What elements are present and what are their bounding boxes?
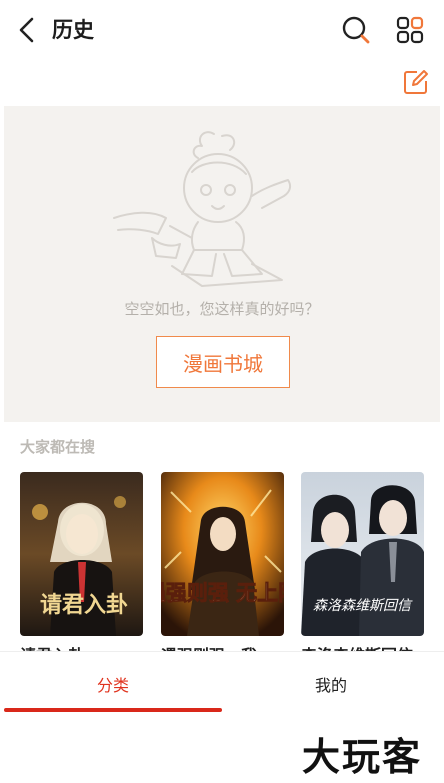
search-icon bbox=[342, 16, 370, 44]
active-tab-indicator bbox=[4, 708, 222, 712]
empty-history-panel: 空空如也，您这样真的好吗？ 漫画书城 bbox=[4, 106, 440, 422]
empty-character-illustration bbox=[113, 131, 292, 287]
back-button[interactable] bbox=[12, 14, 42, 46]
chevron-left-icon bbox=[19, 17, 34, 43]
tab-mine[interactable]: 我的 bbox=[308, 672, 354, 696]
comic-cover-art: 请君入卦 bbox=[20, 472, 143, 636]
comic-mall-button[interactable]: 漫画书城 bbox=[156, 336, 290, 388]
page-title: 历史 bbox=[52, 18, 94, 42]
cover-2-title-text: 遇强则强 无上限 bbox=[161, 580, 284, 605]
tab-classify[interactable]: 分类 bbox=[90, 672, 136, 696]
comic-cover-3[interactable]: 森洛森维斯回信 bbox=[301, 472, 424, 636]
watermark-logo: 大玩客 bbox=[302, 734, 423, 779]
section-title-popular: 大家都在搜 bbox=[20, 438, 96, 456]
search-button[interactable] bbox=[338, 12, 374, 48]
comic-cover-art: 森洛森维斯回信 bbox=[301, 472, 424, 636]
grid-menu-button[interactable] bbox=[392, 12, 428, 48]
comic-cover-1[interactable]: 请君入卦 bbox=[20, 472, 143, 636]
empty-message: 空空如也，您这样真的好吗？ bbox=[124, 300, 320, 318]
cover-3-title-text: 森洛森维斯回信 bbox=[313, 598, 413, 614]
edit-button[interactable] bbox=[400, 66, 432, 98]
popular-comics-list: 请君入卦 请君入卦 遇强则强 无上限 遇强则强，我 bbox=[20, 472, 424, 660]
cover-1-title-text: 请君入卦 bbox=[40, 592, 128, 618]
comic-cover-2[interactable]: 遇强则强 无上限 bbox=[161, 472, 284, 636]
comic-cover-art: 遇强则强 无上限 bbox=[161, 472, 284, 636]
edit-icon bbox=[404, 70, 428, 94]
header: 历史 bbox=[0, 0, 444, 60]
grid-icon bbox=[396, 16, 424, 44]
